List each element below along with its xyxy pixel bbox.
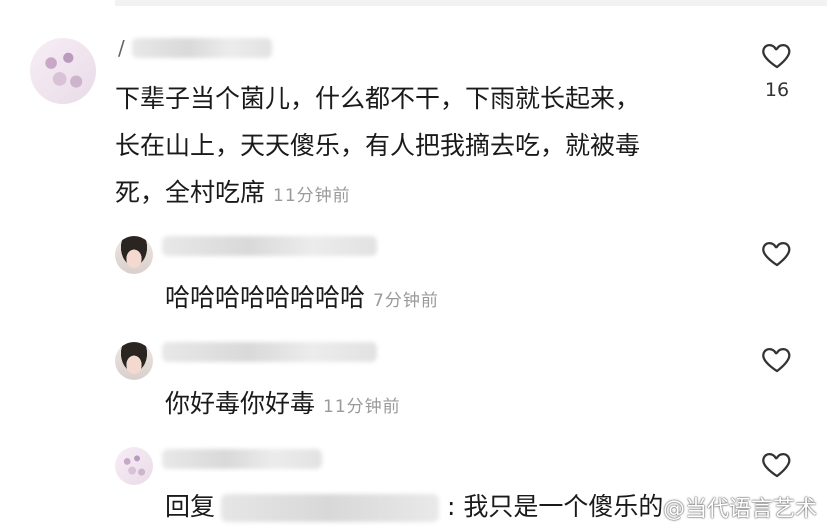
avatar[interactable] bbox=[115, 447, 153, 485]
comment-line-text: 死，全村吃席 bbox=[115, 178, 266, 207]
heart-outline-icon bbox=[762, 43, 791, 69]
heart-outline-icon bbox=[762, 347, 791, 373]
previous-comment-edge bbox=[115, 0, 827, 6]
like-button[interactable] bbox=[760, 38, 794, 72]
reply-prefix: 回复 bbox=[165, 492, 216, 521]
reply-body: : 我只是一个傻乐的 bbox=[447, 492, 664, 521]
username-blurred[interactable] bbox=[162, 342, 377, 362]
avatar[interactable] bbox=[30, 38, 96, 104]
avatar[interactable] bbox=[115, 236, 153, 274]
reply-target-blurred[interactable] bbox=[221, 494, 440, 522]
comment-time: 11分钟前 bbox=[323, 397, 401, 417]
like-count: 16 bbox=[764, 79, 790, 101]
watermark: @当代语言艺术 bbox=[662, 497, 817, 522]
like-button[interactable] bbox=[760, 447, 794, 481]
avatar[interactable] bbox=[115, 342, 153, 380]
like-button[interactable] bbox=[760, 342, 794, 376]
username-blurred[interactable] bbox=[162, 236, 377, 256]
heart-outline-icon bbox=[762, 452, 791, 478]
comment-line: 长在山上，天天傻乐，有人把我摘去吃，就被毒 bbox=[115, 131, 641, 160]
comment-body: 哈哈哈哈哈哈哈哈 bbox=[165, 283, 366, 312]
comment-line: 下辈子当个菌儿，什么都不干，下雨就长起来， bbox=[115, 84, 641, 113]
username-initial: / bbox=[118, 36, 125, 60]
heart-outline-icon bbox=[762, 241, 791, 267]
comment-body: 你好毒你好毒 bbox=[165, 389, 316, 418]
like-button[interactable] bbox=[760, 236, 794, 270]
comment-text: 哈哈哈哈哈哈哈哈 7分钟前 bbox=[165, 274, 439, 325]
username-blurred[interactable] bbox=[162, 449, 322, 469]
comment-line: 死，全村吃席 11分钟前 bbox=[115, 169, 640, 220]
comment-time: 11分钟前 bbox=[273, 186, 351, 206]
comment-text: 你好毒你好毒 11分钟前 bbox=[165, 380, 401, 431]
username-blurred[interactable] bbox=[132, 38, 272, 58]
comment-text: 下辈子当个菌儿，什么都不干，下雨就长起来， 长在山上，天天傻乐，有人把我摘去吃，… bbox=[115, 75, 640, 220]
reply-text: 回复 : 我只是一个傻乐的 bbox=[165, 483, 663, 530]
comment-time: 7分钟前 bbox=[373, 291, 439, 311]
